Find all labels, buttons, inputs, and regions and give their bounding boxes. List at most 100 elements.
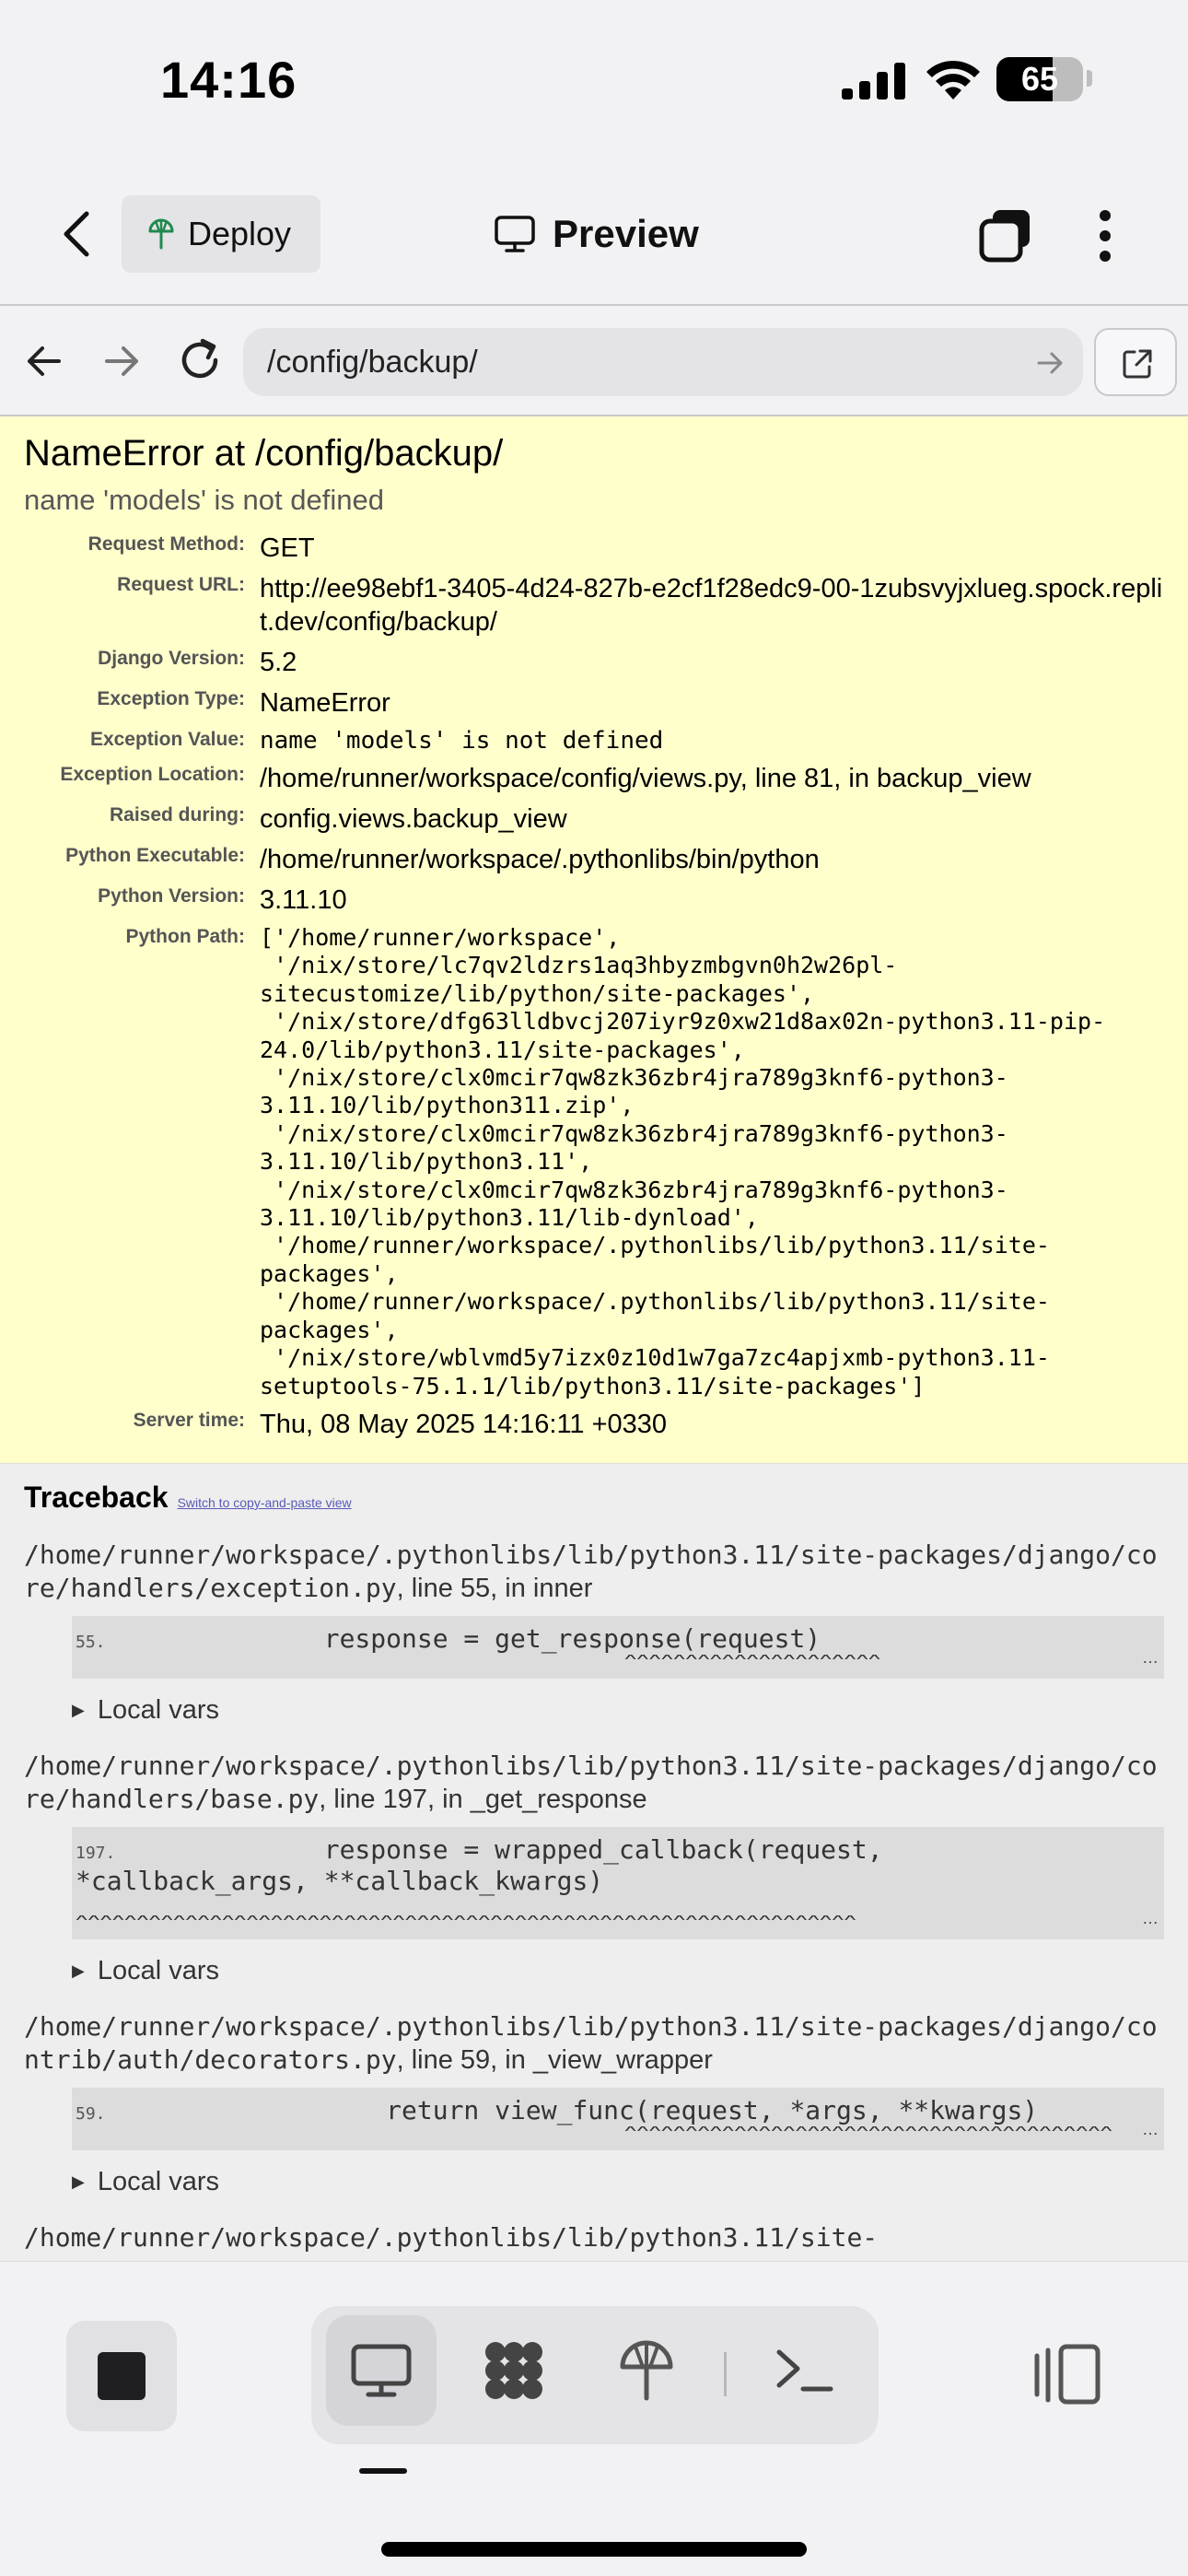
meta-label: Exception Value:	[89, 729, 245, 750]
code-line: response = get_response(request)	[76, 1622, 821, 1654]
local-vars-toggle[interactable]: ▶ Local vars	[72, 1695, 1164, 1726]
traceback-header: Traceback Switch to copy-and-paste view	[24, 1481, 1164, 1515]
meta-row: Request URL: http://ee98ebf1-3405-4d24-8…	[24, 570, 1164, 644]
code-context[interactable]: 197. response = wrapped_callback(request…	[72, 1826, 1164, 1939]
meta-label: Raised during:	[109, 804, 245, 825]
meta-label: Python Version:	[98, 885, 245, 907]
local-vars-toggle[interactable]: ▶ Local vars	[72, 2167, 1164, 2197]
url-text: /config/backup/	[267, 345, 478, 380]
status-bar: 14:16 65	[0, 0, 1188, 157]
local-vars-toggle[interactable]: ▶ Local vars	[72, 1956, 1164, 1986]
go-arrow-icon[interactable]	[1035, 348, 1065, 378]
meta-value: /home/runner/workspace/.pythonlibs/bin/p…	[260, 845, 820, 874]
local-vars-label: Local vars	[97, 2166, 220, 2196]
battery-percent: 65	[1020, 60, 1059, 98]
reload-icon[interactable]	[175, 335, 225, 385]
deploy-button[interactable]: Deploy	[122, 195, 320, 273]
meta-label: Exception Type:	[97, 688, 245, 709]
stop-button[interactable]	[66, 2321, 177, 2431]
deploy-icon	[148, 218, 174, 250]
meta-value: 3.11.10	[260, 885, 347, 915]
meta-value: name 'models' is not defined	[260, 727, 664, 755]
app-header: Deploy Preview	[0, 157, 1188, 306]
battery-icon: 65	[996, 57, 1083, 101]
page-content[interactable]: NameError at /config/backup/ name 'model…	[0, 416, 1188, 2261]
deploy-icon	[620, 2340, 673, 2401]
frame-location: /home/runner/workspace/.pythonlibs/lib/p…	[24, 1750, 1164, 1816]
copy-paste-view-link[interactable]: Switch to copy-and-paste view	[178, 1495, 352, 1510]
deploy-label: Deploy	[188, 215, 292, 252]
status-time: 14:16	[160, 51, 297, 109]
wifi-icon	[926, 60, 980, 100]
frame-location: /home/runner/workspace/.pythonlibs/lib/p…	[24, 2221, 1164, 2254]
meta-label: Request URL:	[117, 574, 245, 595]
python-path-value: ['/home/runner/workspace', '/nix/store/l…	[260, 924, 1106, 1399]
frame-line-info: , line 59, in _view_wrapper	[396, 2044, 713, 2075]
frame-path: /home/runner/workspace/.pythonlibs/lib/p…	[24, 2221, 879, 2253]
meta-label: Server time:	[133, 1409, 245, 1431]
disclosure-triangle-icon: ▶	[72, 1700, 85, 1719]
replit-logo-icon	[485, 2342, 542, 2399]
battery-nub	[1087, 70, 1092, 87]
error-subtitle: name 'models' is not defined	[24, 484, 384, 516]
meta-value: Thu, 08 May 2025 14:16:11 +0330	[260, 1409, 668, 1439]
meta-label: Request Method:	[87, 533, 245, 555]
url-field[interactable]: /config/backup/	[243, 328, 1083, 396]
frame-location: /home/runner/workspace/.pythonlibs/lib/p…	[24, 1539, 1164, 1605]
traceback-section: Traceback Switch to copy-and-paste view …	[0, 1464, 1188, 2254]
ellipsis-icon: …	[1142, 1908, 1159, 1927]
active-tab-indicator	[359, 2468, 407, 2474]
deployments-tool-button[interactable]	[591, 2315, 702, 2426]
frame-line-info: , line 197, in _get_response	[319, 1784, 647, 1814]
error-carets: ^^^^^^^^^^^^^^^^^^^^^	[76, 1654, 881, 1671]
more-vertical-icon[interactable]	[1087, 206, 1124, 265]
stop-icon	[98, 2352, 146, 2400]
ellipsis-icon: …	[1142, 1647, 1159, 1667]
meta-row: Python Executable: /home/runner/workspac…	[24, 841, 1164, 882]
line-number: 55.	[76, 1632, 106, 1652]
meta-row: Exception Location: /home/runner/workspa…	[24, 760, 1164, 801]
home-indicator	[381, 2542, 807, 2557]
local-vars-label: Local vars	[97, 1694, 220, 1725]
meta-label: Exception Location:	[60, 764, 245, 785]
meta-value: 5.2	[260, 648, 297, 677]
preview-tool-button[interactable]	[326, 2315, 437, 2426]
meta-label: Python Path:	[125, 926, 246, 947]
back-chevron-icon[interactable]	[55, 208, 99, 260]
error-carets: ^^^^^^^^^^^^^^^^^^^^^^^^^^^^^^^^^^^^^^^^…	[76, 1914, 856, 1932]
error-title: NameError at /config/backup/	[24, 433, 504, 474]
traceback-title: Traceback	[24, 1480, 169, 1514]
terminal-icon	[776, 2349, 833, 2392]
preview-tab-title: Preview	[494, 197, 699, 271]
replit-agent-tool-button[interactable]	[459, 2315, 569, 2426]
meta-row: Python Path: ['/home/runner/workspace', …	[24, 922, 1164, 1406]
meta-label: Django Version:	[98, 648, 245, 669]
meta-label: Python Executable:	[65, 845, 245, 866]
disclosure-triangle-icon: ▶	[72, 1961, 85, 1980]
disclosure-triangle-icon: ▶	[72, 2172, 85, 2191]
code-context[interactable]: 59. return view_func(request, *args, **k…	[72, 2087, 1164, 2150]
open-in-new-tab-button[interactable]	[1094, 328, 1177, 396]
meta-row: Raised during: config.views.backup_view	[24, 801, 1164, 841]
arrow-left-icon[interactable]	[22, 339, 66, 383]
code-context[interactable]: 55. response = get_response(request) ^^^…	[72, 1615, 1164, 1679]
line-number: 197.	[76, 1843, 116, 1863]
meta-row: Python Version: 3.11.10	[24, 882, 1164, 922]
bottom-toolbar	[0, 2261, 1188, 2576]
shell-tool-button[interactable]	[750, 2315, 860, 2426]
arrow-right-icon[interactable]	[99, 339, 144, 383]
request-meta-table: Request Method: GET Request URL: http://…	[24, 530, 1164, 1446]
tabs-icon[interactable]	[978, 206, 1033, 265]
local-vars-label: Local vars	[97, 1955, 220, 1985]
error-summary: NameError at /config/backup/ name 'model…	[0, 416, 1188, 1464]
cellular-signal-icon	[842, 63, 905, 100]
meta-row: Server time: Thu, 08 May 2025 14:16:11 +…	[24, 1406, 1164, 1446]
code-line: return view_func(request, *args, **kwarg…	[76, 2094, 1039, 2125]
meta-row: Request Method: GET	[24, 530, 1164, 570]
meta-value: ['/home/runner/workspace', '/nix/store/l…	[260, 922, 1164, 1406]
meta-value: /home/runner/workspace/config/views.py, …	[260, 764, 1031, 793]
layout-toggle-icon[interactable]	[1030, 2337, 1103, 2411]
frame-location: /home/runner/workspace/.pythonlibs/lib/p…	[24, 2010, 1164, 2077]
meta-row: Exception Value: name 'models' is not de…	[24, 725, 1164, 760]
preview-label: Preview	[553, 212, 699, 255]
